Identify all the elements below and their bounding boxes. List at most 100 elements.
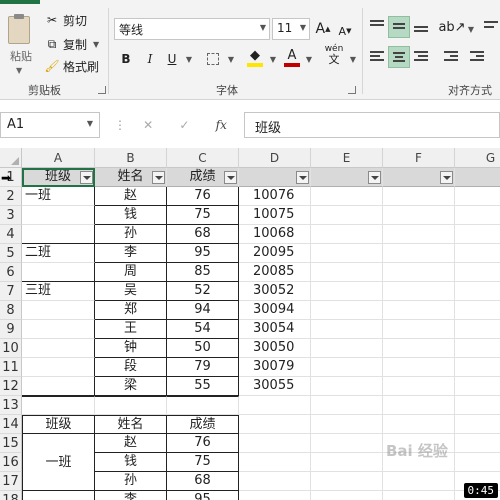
table2-header-cell[interactable]: 姓名 — [95, 415, 167, 434]
empty-cell[interactable] — [383, 358, 455, 377]
phonetic-guide-button[interactable]: wén 文 — [322, 44, 346, 66]
score-cell[interactable]: 95 — [167, 491, 239, 500]
increase-font-size-button[interactable]: A ▲ — [314, 18, 332, 40]
empty-cell[interactable] — [311, 396, 383, 415]
empty-cell[interactable] — [455, 396, 500, 415]
score-cell[interactable]: 52 — [167, 282, 239, 301]
row-header-5[interactable]: 5 — [0, 244, 22, 263]
score-cell[interactable]: 75 — [167, 453, 239, 472]
class-cell[interactable] — [22, 491, 95, 500]
bottom-align-button[interactable] — [410, 16, 432, 38]
empty-cell[interactable] — [311, 339, 383, 358]
empty-cell[interactable] — [311, 187, 383, 206]
fill-color-button[interactable]: ◆ — [244, 46, 266, 68]
empty-cell[interactable] — [383, 282, 455, 301]
paste-button[interactable]: 粘贴 ▼ — [4, 14, 34, 78]
empty-cell[interactable] — [455, 187, 500, 206]
table2-header-cell[interactable]: 成绩 — [167, 415, 239, 434]
underline-button[interactable]: U — [162, 48, 182, 70]
empty-cell[interactable] — [311, 320, 383, 339]
score-cell[interactable]: 76 — [167, 434, 239, 453]
id-cell[interactable]: 30052 — [239, 282, 311, 301]
empty-cell[interactable] — [311, 282, 383, 301]
id-cell[interactable]: 30054 — [239, 320, 311, 339]
score-cell[interactable]: 94 — [167, 301, 239, 320]
class-cell[interactable] — [22, 263, 95, 282]
header-cell-g[interactable] — [455, 168, 500, 187]
select-all-button[interactable] — [0, 148, 22, 168]
empty-cell[interactable] — [455, 320, 500, 339]
id-cell[interactable]: 20095 — [239, 244, 311, 263]
score-cell[interactable]: 76 — [167, 187, 239, 206]
empty-cell[interactable] — [311, 225, 383, 244]
row-header-9[interactable]: 9 — [0, 320, 22, 339]
filter-dropdown-icon[interactable] — [296, 171, 309, 184]
more-options-icon[interactable]: ⋮ — [114, 118, 126, 132]
decrease-indent-button[interactable] — [440, 46, 462, 68]
cancel-icon[interactable]: ✕ — [143, 118, 153, 132]
format-painter-button[interactable]: 🖌 格式刷 — [44, 56, 99, 76]
filter-dropdown-icon[interactable] — [152, 171, 165, 184]
empty-cell[interactable] — [383, 301, 455, 320]
row-header-7[interactable]: 7 — [0, 282, 22, 301]
empty-cell[interactable] — [311, 415, 383, 434]
row-header-6[interactable]: 6 — [0, 263, 22, 282]
row-header-18[interactable]: 18 — [0, 491, 22, 500]
name-cell[interactable]: 李 — [95, 491, 167, 500]
empty-cell[interactable] — [383, 263, 455, 282]
class-cell[interactable] — [22, 358, 95, 377]
score-cell[interactable]: 68 — [167, 225, 239, 244]
phonetic-dropdown[interactable]: ▼ — [348, 48, 358, 70]
row-header-16[interactable]: 16 — [0, 453, 22, 472]
id-cell[interactable]: 30094 — [239, 301, 311, 320]
class-cell[interactable] — [22, 320, 95, 339]
cut-button[interactable]: ✂ 剪切 — [44, 10, 87, 30]
class-cell[interactable] — [22, 339, 95, 358]
empty-cell[interactable] — [311, 206, 383, 225]
name-cell[interactable]: 周 — [95, 263, 167, 282]
empty-cell[interactable] — [311, 377, 383, 396]
empty-cell[interactable] — [455, 339, 500, 358]
filter-dropdown-icon[interactable] — [440, 171, 453, 184]
column-header-e[interactable]: E — [311, 148, 383, 168]
id-cell[interactable]: 20085 — [239, 263, 311, 282]
empty-cell[interactable] — [383, 491, 455, 500]
name-cell[interactable]: 孙 — [95, 225, 167, 244]
empty-cell[interactable] — [455, 282, 500, 301]
empty-cell[interactable] — [383, 377, 455, 396]
empty-cell[interactable] — [383, 225, 455, 244]
empty-cell[interactable] — [455, 263, 500, 282]
name-cell[interactable]: 段 — [95, 358, 167, 377]
score-cell[interactable]: 75 — [167, 206, 239, 225]
bold-button[interactable]: B — [116, 48, 136, 70]
name-cell[interactable]: 赵 — [95, 187, 167, 206]
name-cell[interactable]: 李 — [95, 244, 167, 263]
wrap-text-button[interactable] — [480, 16, 500, 38]
name-cell[interactable]: 吴 — [95, 282, 167, 301]
font-size-select[interactable]: 11 ▼ — [272, 18, 310, 40]
align-left-button[interactable] — [366, 46, 388, 68]
score-cell[interactable]: 95 — [167, 244, 239, 263]
score-cell[interactable]: 68 — [167, 472, 239, 491]
id-cell[interactable]: 10068 — [239, 225, 311, 244]
name-cell[interactable]: 钱 — [95, 453, 167, 472]
row-header-2[interactable]: 2 — [0, 187, 22, 206]
empty-cell[interactable] — [239, 434, 311, 453]
empty-cell[interactable] — [239, 415, 311, 434]
score-cell[interactable]: 79 — [167, 358, 239, 377]
table2-header-cell[interactable]: 班级 — [22, 415, 95, 434]
orientation-dropdown[interactable]: ▼ — [466, 18, 476, 40]
increase-indent-button[interactable] — [466, 46, 488, 68]
underline-dropdown[interactable]: ▼ — [184, 48, 194, 70]
borders-dropdown[interactable]: ▼ — [226, 48, 236, 70]
score-cell[interactable]: 85 — [167, 263, 239, 282]
class-cell[interactable] — [22, 206, 95, 225]
middle-align-button[interactable] — [388, 16, 410, 38]
score-cell[interactable]: 55 — [167, 377, 239, 396]
empty-cell[interactable] — [383, 396, 455, 415]
enter-icon[interactable]: ✓ — [179, 118, 189, 132]
empty-cell[interactable] — [311, 263, 383, 282]
empty-cell[interactable] — [383, 206, 455, 225]
id-cell[interactable]: 30079 — [239, 358, 311, 377]
empty-cell[interactable] — [455, 301, 500, 320]
